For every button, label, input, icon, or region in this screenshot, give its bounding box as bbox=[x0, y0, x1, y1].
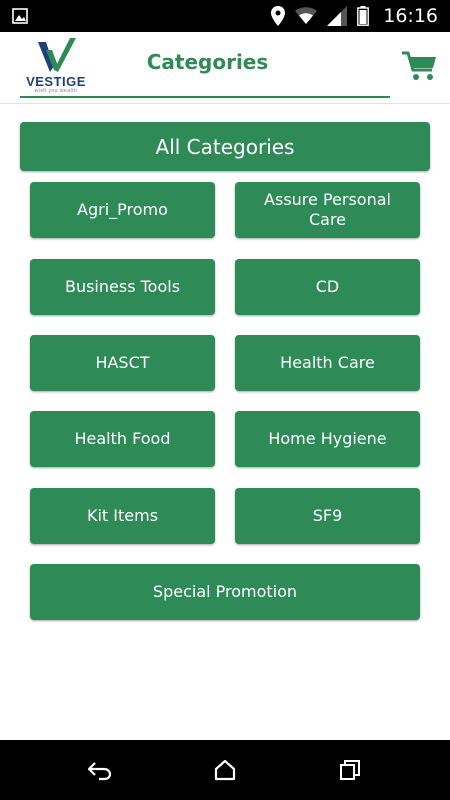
category-button-home-hygiene[interactable]: Home Hygiene bbox=[235, 411, 420, 467]
back-button[interactable] bbox=[86, 756, 114, 784]
logo-tagline: wish you wealth bbox=[34, 88, 78, 94]
battery-icon bbox=[357, 6, 370, 26]
recents-button[interactable] bbox=[336, 756, 364, 784]
category-button-hasct[interactable]: HASCT bbox=[30, 335, 215, 391]
back-icon bbox=[87, 762, 112, 781]
category-button-business-tools[interactable]: Business Tools bbox=[30, 259, 215, 315]
system-icons: 16:16 bbox=[271, 0, 438, 32]
signal-icon bbox=[327, 6, 348, 26]
header-underline bbox=[20, 96, 390, 98]
category-button-sf9[interactable]: SF9 bbox=[235, 488, 420, 544]
home-button[interactable] bbox=[211, 756, 239, 784]
category-button-kit-items[interactable]: Kit Items bbox=[30, 488, 215, 544]
category-button-health-care[interactable]: Health Care bbox=[235, 335, 420, 391]
category-button-assure-personal-care[interactable]: Assure Personal Care bbox=[235, 182, 420, 238]
navigation-bar bbox=[0, 740, 450, 800]
category-button-special-promotion[interactable]: Special Promotion bbox=[30, 564, 420, 620]
app-header: VESTIGE wish you wealth Categories bbox=[0, 32, 450, 104]
gallery-icon bbox=[12, 8, 28, 24]
logo-text: VESTIGE bbox=[26, 74, 86, 89]
location-icon bbox=[271, 6, 286, 26]
category-button-cd[interactable]: CD bbox=[235, 259, 420, 315]
categories-content: All Categories Agri_Promo Assure Persona… bbox=[0, 104, 450, 740]
page-title: Categories bbox=[146, 50, 269, 74]
cart-icon bbox=[402, 51, 436, 80]
all-categories-button[interactable]: All Categories bbox=[20, 122, 430, 171]
cart-button[interactable] bbox=[402, 50, 438, 82]
status-time: 16:16 bbox=[383, 5, 438, 27]
category-button-agri-promo[interactable]: Agri_Promo bbox=[30, 182, 215, 238]
wifi-icon bbox=[295, 7, 318, 25]
category-button-health-food[interactable]: Health Food bbox=[30, 411, 215, 467]
status-bar: 16:16 bbox=[0, 0, 450, 32]
recents-icon bbox=[340, 760, 360, 780]
home-icon bbox=[214, 759, 236, 781]
